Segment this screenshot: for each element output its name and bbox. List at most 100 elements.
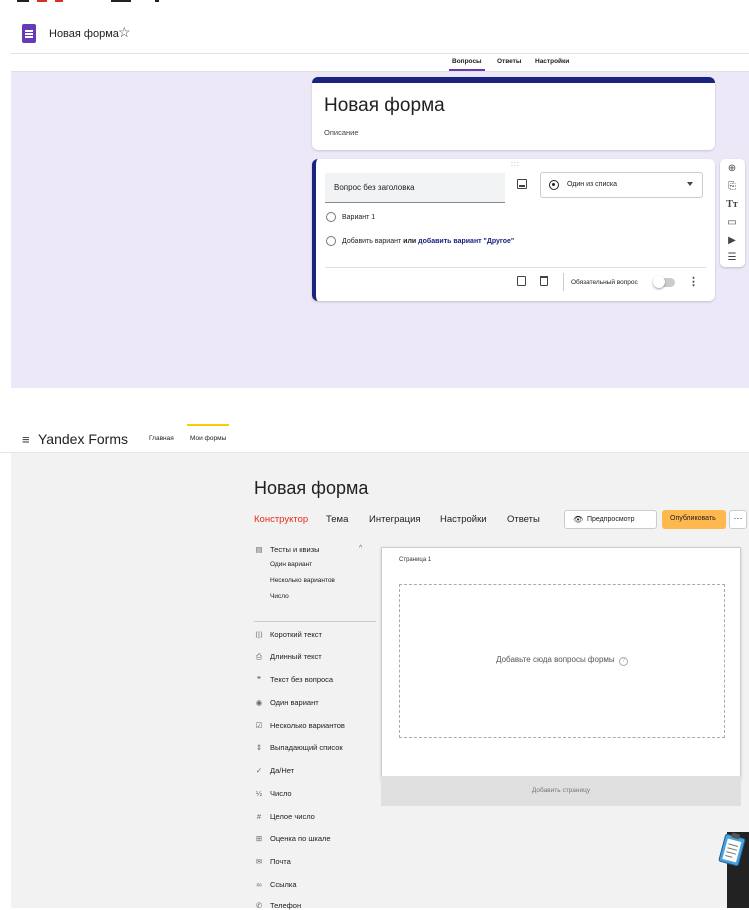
option-1[interactable]: Вариант 1 [326, 212, 375, 222]
block-label: Да/Нет [270, 766, 295, 775]
block-label: Длинный текст [270, 652, 322, 661]
floating-toolbar: ⊕ ⎘ Tт ▭ ▶ ☰ [720, 159, 745, 267]
chevron-up-icon[interactable]: ^ [359, 545, 362, 552]
block-short-text[interactable]: ⟨|⟩ Короткий текст [254, 630, 322, 639]
block-label: Один вариант [270, 698, 319, 707]
sidebar-divider [254, 621, 376, 622]
block-multiple-choice[interactable]: ☑ Несколько вариантов [254, 721, 345, 730]
add-other-link[interactable]: добавить вариант "Другое" [418, 238, 514, 245]
add-title-icon[interactable]: Tт [726, 199, 738, 211]
eye-icon: 👁 [573, 515, 584, 524]
form-title[interactable]: Новая форма [324, 95, 445, 117]
tab-responses[interactable]: Ответы [497, 58, 521, 65]
group-label: Тесты и квизы [270, 545, 320, 554]
radio-icon [326, 212, 336, 222]
help-icon[interactable]: ? [618, 657, 628, 666]
brand[interactable]: Yandex Forms [38, 431, 128, 447]
block-label: Целое число [270, 812, 315, 821]
more-icon[interactable]: ⋮ [688, 275, 699, 288]
sidebar-group-quizzes[interactable]: ▤ Тесты и квизы [254, 545, 320, 554]
drag-handle-icon[interactable]: ::: [511, 161, 520, 168]
add-option-link[interactable]: Добавить вариант [342, 238, 401, 245]
delete-icon[interactable] [540, 276, 548, 286]
mail-icon: ✉ [255, 857, 263, 866]
star-icon[interactable]: ☆ [118, 24, 131, 41]
block-scale[interactable]: ⊞ Оценка по шкале [254, 834, 331, 843]
form-title[interactable]: Новая форма [254, 478, 368, 499]
block-email[interactable]: ✉ Почта [254, 857, 291, 866]
hash-icon: # [256, 812, 262, 821]
clipboard-icon[interactable] [717, 830, 747, 870]
block-label: Короткий текст [270, 630, 322, 639]
block-label: Число [270, 789, 292, 798]
sidebar-sub-multiple[interactable]: Несколько вариантов [270, 577, 335, 584]
add-page-button[interactable]: Добавить страницу [381, 776, 741, 806]
check-icon: ✓ [255, 766, 263, 775]
block-long-text[interactable]: ⎙ Длинный текст [254, 652, 322, 662]
question-drop-zone[interactable]: Добавьте сюда вопросы формы ? [399, 584, 725, 738]
forms-logo-icon[interactable] [22, 24, 36, 43]
header: ≡ Yandex Forms Главная Мои формы [0, 424, 749, 453]
page-title[interactable]: Страница 1 [399, 557, 431, 563]
question-type-label: Один из списка [567, 181, 617, 188]
checkbox-icon: ☑ [255, 721, 263, 730]
block-integer[interactable]: # Целое число [254, 812, 315, 821]
add-video-icon[interactable]: ▶ [726, 235, 738, 247]
tab-theme[interactable]: Тема [326, 514, 348, 525]
block-link[interactable]: ∞ Ссылка [254, 880, 296, 889]
import-questions-icon[interactable]: ⎘ [726, 181, 738, 193]
tab-settings[interactable]: Настройки [440, 514, 487, 525]
block-phone[interactable]: ✆ Телефон [254, 901, 301, 910]
block-number[interactable]: ½ Число [254, 789, 292, 798]
publish-label: Опубликовать [670, 515, 716, 522]
more-button[interactable]: ··· [729, 510, 747, 529]
sidebar-sub-number[interactable]: Число [270, 593, 289, 600]
cropped-top-line [11, 0, 161, 3]
add-question-icon[interactable]: ⊕ [726, 163, 738, 175]
or-text: или [403, 237, 417, 245]
radio-icon [326, 236, 336, 246]
nav-my-forms[interactable]: Мои формы [186, 424, 230, 442]
block-dropdown[interactable]: ⇕ Выпадающий список [254, 743, 343, 752]
quiz-icon: ▤ [255, 545, 263, 554]
nav-home[interactable]: Главная [149, 435, 174, 442]
add-image-icon[interactable]: ▭ [726, 217, 738, 229]
drop-hint: Добавьте сюда вопросы формы ? [400, 655, 724, 666]
drop-hint-text: Добавьте сюда вопросы формы [496, 655, 615, 664]
block-yes-no[interactable]: ✓ Да/Нет [254, 766, 294, 775]
radio-icon: ◉ [255, 698, 263, 707]
question-type-select[interactable]: Один из списка [540, 172, 703, 198]
question-card[interactable]: ::: Вопрос без заголовка Один из списка … [312, 159, 715, 301]
tab-responses[interactable]: Ответы [507, 514, 540, 525]
menu-icon[interactable]: ≡ [22, 432, 30, 447]
question-title-input[interactable]: Вопрос без заголовка [325, 173, 505, 203]
form-canvas: Новая форма Описание ::: Вопрос без заго… [11, 72, 749, 388]
divider-vertical [563, 273, 564, 291]
tab-questions[interactable]: Вопросы [449, 58, 485, 71]
tab-integration[interactable]: Интеграция [369, 514, 421, 525]
question-title-placeholder: Вопрос без заголовка [334, 183, 415, 192]
add-image-icon[interactable] [517, 179, 527, 189]
title-card[interactable]: Новая форма Описание [312, 77, 715, 150]
yandex-forms-window: ≡ Yandex Forms Главная Мои формы Новая ф… [0, 424, 749, 910]
tab-settings[interactable]: Настройки [535, 58, 569, 65]
block-single-choice[interactable]: ◉ Один вариант [254, 698, 319, 707]
tabs: Вопросы Ответы Настройки [11, 54, 749, 72]
form-page: Страница 1 Добавьте сюда вопросы формы ? [381, 547, 741, 780]
preview-button[interactable]: 👁 Предпросмотр [564, 510, 657, 529]
publish-button[interactable]: Опубликовать [662, 510, 726, 529]
add-option-row: Добавить вариант или добавить вариант "Д… [326, 236, 514, 246]
add-section-icon[interactable]: ☰ [726, 252, 738, 264]
dropdown-caret-icon [687, 182, 693, 186]
required-toggle[interactable] [653, 276, 675, 288]
block-label: Текст без вопроса [270, 675, 334, 684]
editor-body: Новая форма Конструктор Тема Интеграция … [11, 453, 749, 910]
option-1-label[interactable]: Вариант 1 [342, 214, 375, 221]
form-description[interactable]: Описание [324, 128, 359, 137]
block-text-no-question[interactable]: ❞ Текст без вопроса [254, 675, 333, 684]
sidebar-sub-single[interactable]: Один вариант [270, 561, 312, 568]
copy-icon[interactable] [517, 276, 526, 286]
tab-constructor[interactable]: Конструктор [254, 514, 308, 525]
form-name[interactable]: Новая форма [49, 28, 119, 40]
block-label: Несколько вариантов [270, 721, 345, 730]
